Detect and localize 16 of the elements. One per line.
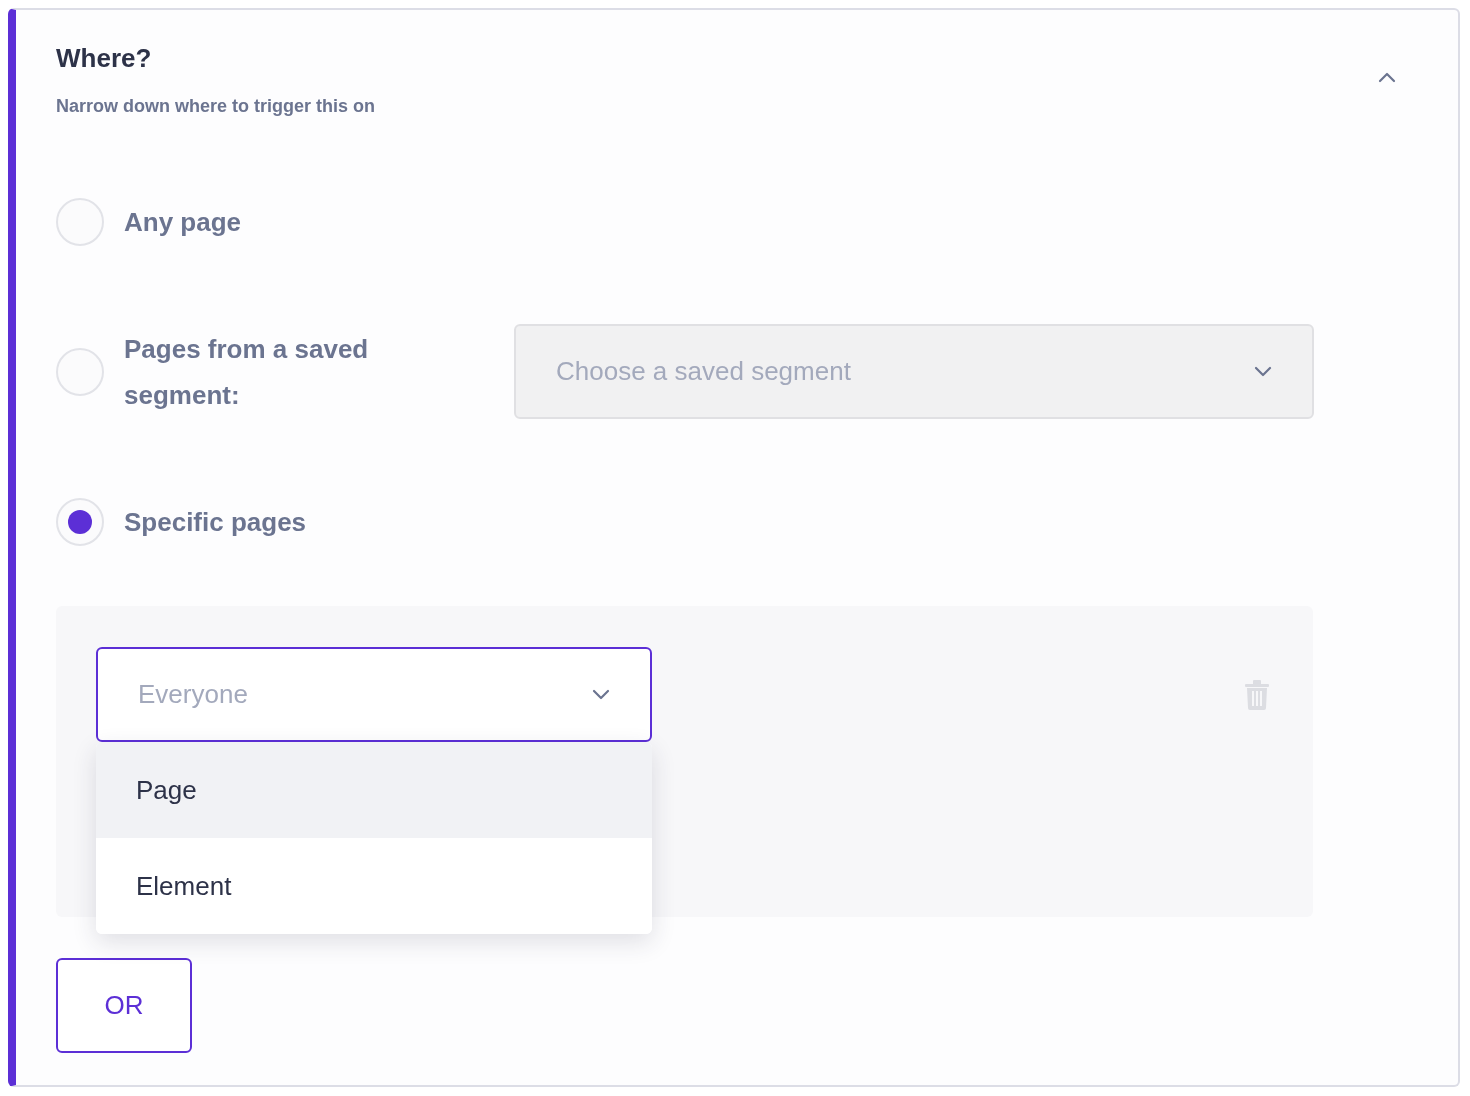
- radio-label: Specific pages: [124, 505, 307, 539]
- section-title: Where?: [56, 42, 153, 74]
- radio-button[interactable]: [56, 198, 104, 246]
- or-button[interactable]: OR: [56, 958, 192, 1053]
- trash-icon[interactable]: [1245, 680, 1269, 710]
- radio-button[interactable]: [56, 347, 104, 396]
- radio-label: Any page: [124, 205, 242, 239]
- menu-item[interactable]: Element: [96, 838, 652, 934]
- collapse-button[interactable]: [1378, 72, 1396, 83]
- radio-button[interactable]: [56, 498, 104, 546]
- chevron-down-icon: [1254, 366, 1272, 377]
- chevron-up-icon: [1378, 72, 1396, 83]
- menu-item[interactable]: Page: [96, 742, 652, 838]
- radio-label: Pages from a saved segment:: [124, 332, 370, 412]
- chevron-down-icon: [592, 689, 610, 700]
- section-subtitle: Narrow down where to trigger this on: [56, 95, 376, 118]
